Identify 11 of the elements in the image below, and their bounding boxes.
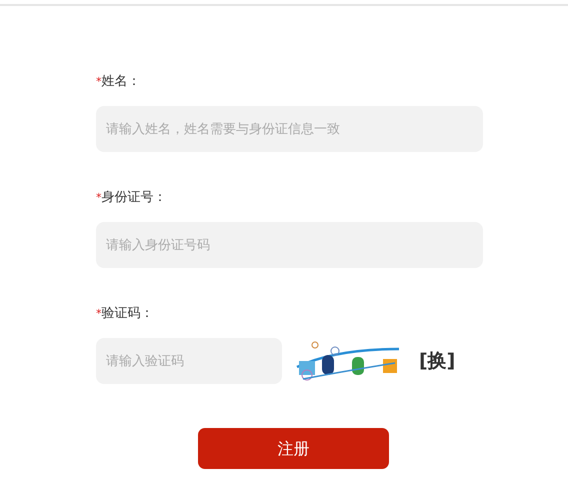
input-field[interactable]: 请输入身份证号码 <box>96 222 483 268</box>
field-label: *验证码： <box>96 305 154 323</box>
input-field[interactable]: 请输入姓名，姓名需要与身份证信息一致 <box>96 106 483 152</box>
register-button[interactable]: 注册 <box>198 428 389 469</box>
refresh-captcha-link[interactable]: [换] <box>419 346 456 376</box>
input-field[interactable]: 请输入验证码 <box>96 338 282 384</box>
required-mark: * <box>96 75 102 88</box>
required-mark: * <box>96 191 102 204</box>
field-label: *姓名： <box>96 73 140 91</box>
field-label: *身份证号： <box>96 189 166 207</box>
required-mark: * <box>96 307 102 320</box>
